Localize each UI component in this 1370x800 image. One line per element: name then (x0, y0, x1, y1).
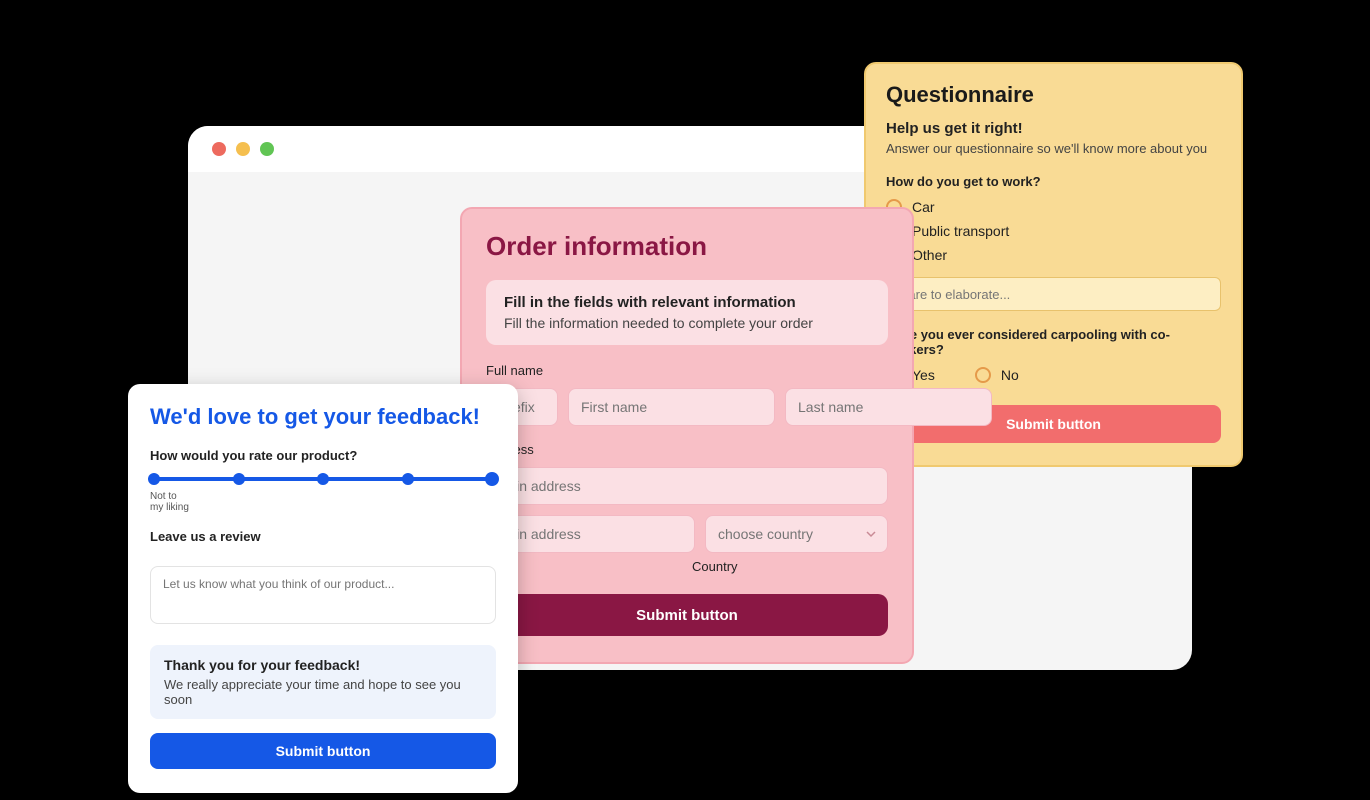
radio-label: No (1001, 367, 1019, 383)
maximize-icon[interactable] (260, 142, 274, 156)
instructions-subtitle: Fill the information needed to complete … (504, 315, 870, 331)
thank-you-box: Thank you for your feedback! We really a… (150, 645, 496, 719)
slider-stop-icon (402, 473, 414, 485)
thank-you-title: Thank you for your feedback! (164, 657, 482, 673)
minimize-icon[interactable] (236, 142, 250, 156)
review-textarea[interactable] (150, 566, 496, 624)
scale-min-label: Not to my liking (150, 491, 190, 513)
radio-option-other[interactable]: Other (886, 247, 1221, 263)
slider-stop-icon (233, 473, 245, 485)
address-line1-input[interactable] (486, 467, 888, 505)
address-label: Address (486, 442, 888, 457)
radio-option-no[interactable]: No (975, 367, 1019, 383)
radio-label: Car (912, 199, 935, 215)
questionnaire-subtitle: Help us get it right! (886, 120, 1221, 137)
radio-label: Public transport (912, 223, 1009, 239)
elaborate-input[interactable] (886, 277, 1221, 311)
order-submit-button[interactable]: Submit button (486, 594, 888, 636)
fullname-label: Full name (486, 363, 888, 378)
thank-you-subtitle: We really appreciate your time and hope … (164, 677, 482, 707)
order-title: Order information (486, 231, 888, 262)
country-sublabel: Country (692, 559, 888, 574)
instructions-title: Fill in the fields with relevant informa… (504, 294, 870, 311)
questionnaire-title: Questionnaire (886, 82, 1221, 108)
feedback-title: We'd love to get your feedback! (150, 404, 496, 430)
feedback-card: We'd love to get your feedback! How woul… (128, 384, 518, 793)
radio-icon (975, 367, 991, 383)
slider-stop-icon (148, 473, 160, 485)
slider-stop-icon (317, 473, 329, 485)
country-select[interactable] (705, 515, 888, 553)
rate-label: How would you rate our product? (150, 448, 496, 463)
q1-label: How do you get to work? (886, 174, 1221, 189)
chevron-down-icon (866, 529, 876, 539)
order-card: Order information Fill in the fields wit… (460, 207, 914, 664)
feedback-submit-button[interactable]: Submit button (150, 733, 496, 769)
radio-option-car[interactable]: Car (886, 199, 1221, 215)
rating-slider[interactable] (154, 477, 492, 481)
order-instructions: Fill in the fields with relevant informa… (486, 280, 888, 345)
questionnaire-subtext: Answer our questionnaire so we'll know m… (886, 141, 1221, 156)
review-label: Leave us a review (150, 529, 496, 544)
radio-option-public-transport[interactable]: Public transport (886, 223, 1221, 239)
q2-label: Have you ever considered carpooling with… (886, 327, 1221, 357)
firstname-input[interactable] (568, 388, 775, 426)
close-icon[interactable] (212, 142, 226, 156)
radio-label: Other (912, 247, 947, 263)
slider-thumb-icon[interactable] (485, 472, 499, 486)
radio-label: Yes (912, 367, 935, 383)
lastname-input[interactable] (785, 388, 992, 426)
